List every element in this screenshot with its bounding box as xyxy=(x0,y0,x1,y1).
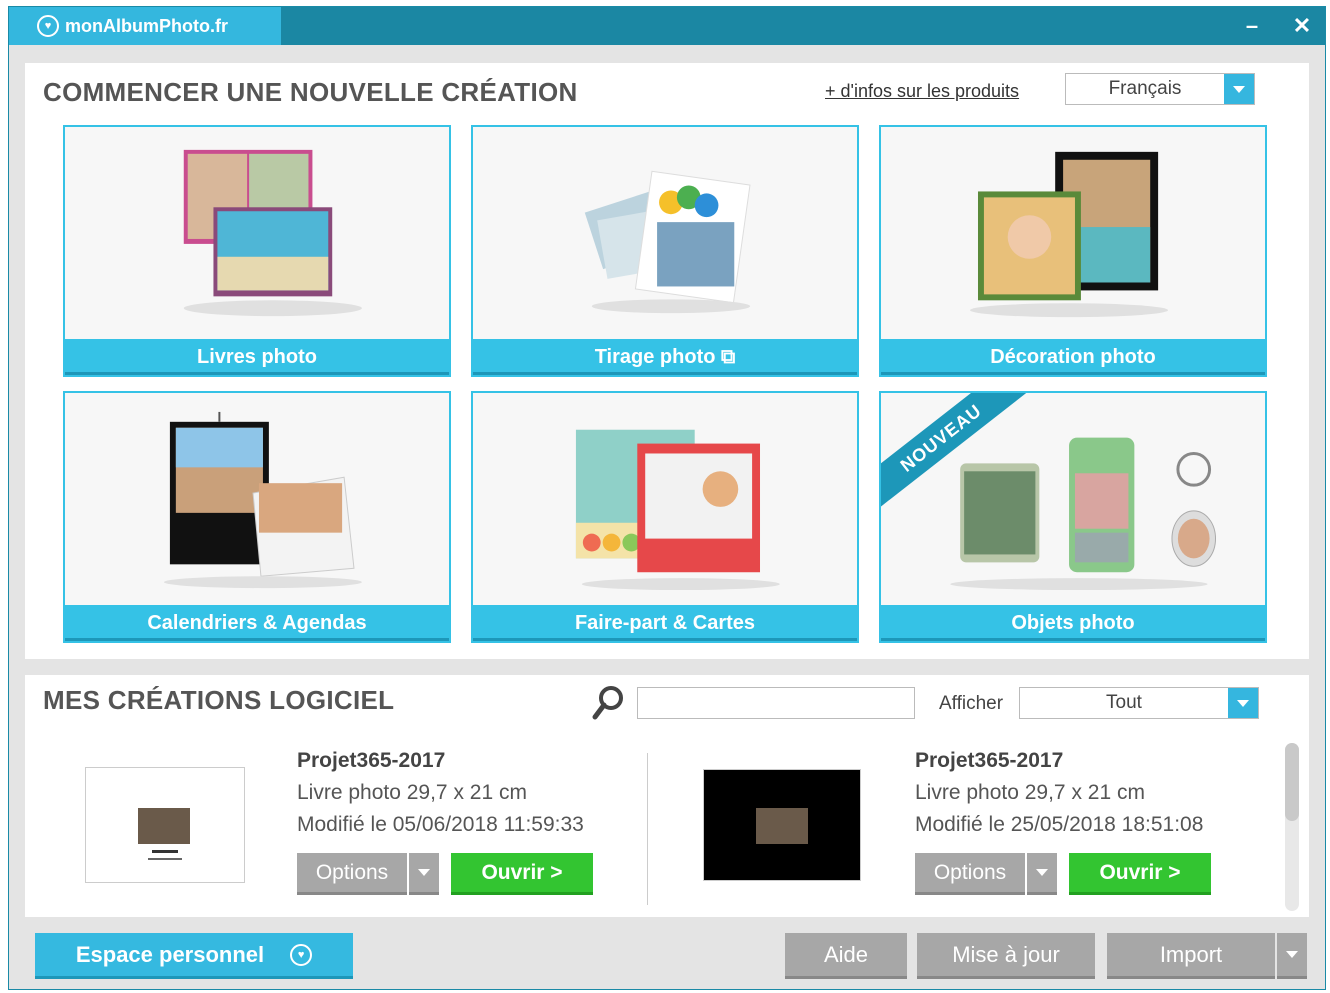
project-type: Livre photo 29,7 x 21 cm xyxy=(297,781,527,804)
cards-image xyxy=(575,429,780,591)
product-info-link[interactable]: + d'infos sur les produits xyxy=(825,81,1019,102)
options-button[interactable]: Options xyxy=(915,853,1025,895)
app-window: ♥ monAlbumPhoto.fr – ✕ COMMENCER UNE NOU… xyxy=(8,6,1326,990)
card-label: Faire-part & Cartes xyxy=(473,605,857,641)
chevron-down-icon xyxy=(1286,951,1298,958)
project-type: Livre photo 29,7 x 21 cm xyxy=(915,781,1145,804)
search-input[interactable] xyxy=(637,687,915,719)
my-creations-panel: MES CRÉATIONS LOGICIEL Afficher Tout Pro… xyxy=(25,675,1309,917)
project-name: Projet365-2017 xyxy=(915,749,1064,772)
filter-label: Afficher xyxy=(939,693,1004,714)
filter-value: Tout xyxy=(1106,692,1142,713)
logo-icon: ♥ xyxy=(290,943,313,966)
options-dropdown-button[interactable] xyxy=(409,853,439,895)
card-decoration-photo[interactable]: Décoration photo xyxy=(879,125,1267,377)
help-button[interactable]: Aide xyxy=(785,933,907,979)
card-label: Livres photo xyxy=(65,339,449,375)
card-objets-photo[interactable]: NOUVEAU Objets photo xyxy=(879,391,1267,643)
card-faire-part-cartes[interactable]: Faire-part & Cartes xyxy=(471,391,859,643)
calendar-image xyxy=(163,411,362,589)
scrollbar-thumb[interactable] xyxy=(1285,743,1299,821)
project-thumbnail[interactable] xyxy=(703,769,861,881)
thumbnail-photo xyxy=(138,808,190,844)
scrollbar[interactable] xyxy=(1285,743,1299,911)
photo-prints-image xyxy=(584,170,751,314)
card-livres-photo[interactable]: Livres photo xyxy=(63,125,451,377)
app-title-tab: ♥ monAlbumPhoto.fr xyxy=(9,7,281,45)
card-label: Calendriers & Agendas xyxy=(65,605,449,641)
options-button[interactable]: Options xyxy=(297,853,407,895)
project-modified: Modifié le 25/05/2018 18:51:08 xyxy=(915,813,1204,836)
update-button[interactable]: Mise à jour xyxy=(917,933,1095,979)
card-label-text: Tirage photo xyxy=(594,346,716,368)
open-button[interactable]: Ouvrir > xyxy=(1069,853,1211,895)
title-bar: ♥ monAlbumPhoto.fr – ✕ xyxy=(9,7,1325,45)
card-label: Décoration photo xyxy=(881,339,1265,375)
import-dropdown-button[interactable] xyxy=(1277,933,1307,979)
project-modified: Modifié le 05/06/2018 11:59:33 xyxy=(297,813,584,836)
photo-book-image xyxy=(183,149,362,317)
thumbnail-text xyxy=(148,858,182,860)
personal-space-button[interactable]: Espace personnel ♥ xyxy=(35,933,353,979)
app-name: monAlbumPhoto.fr xyxy=(65,15,228,36)
open-button[interactable]: Ouvrir > xyxy=(451,853,593,895)
card-label: Tirage photo ⧉ xyxy=(473,339,857,375)
new-creation-title: COMMENCER UNE NOUVELLE CRÉATION xyxy=(43,77,578,107)
project-name: Projet365-2017 xyxy=(297,749,446,772)
project-thumbnail[interactable] xyxy=(85,767,245,883)
thumbnail-text xyxy=(152,850,178,853)
chevron-down-icon xyxy=(1224,74,1254,104)
minimize-icon[interactable]: – xyxy=(1237,13,1267,39)
thumbnail-photo xyxy=(756,808,808,844)
personal-space-label: Espace personnel xyxy=(75,941,265,967)
language-value: Français xyxy=(1108,78,1182,99)
chevron-down-icon xyxy=(1228,688,1258,718)
card-tirage-photo[interactable]: Tirage photo ⧉ xyxy=(471,125,859,377)
photo-decoration-image xyxy=(970,151,1169,318)
new-creation-panel: COMMENCER UNE NOUVELLE CRÉATION + d'info… xyxy=(25,63,1309,659)
filter-select[interactable]: Tout xyxy=(1019,687,1259,719)
chevron-down-icon xyxy=(418,869,430,876)
divider xyxy=(647,753,648,905)
import-button[interactable]: Import xyxy=(1107,933,1275,979)
chevron-down-icon xyxy=(1036,869,1048,876)
my-creations-title: MES CRÉATIONS LOGICIEL xyxy=(43,685,395,715)
close-icon[interactable]: ✕ xyxy=(1287,13,1317,39)
language-select[interactable]: Français xyxy=(1065,73,1255,105)
logo-icon: ♥ xyxy=(37,15,59,37)
search-icon[interactable] xyxy=(591,685,625,721)
options-dropdown-button[interactable] xyxy=(1027,853,1057,895)
external-link-icon: ⧉ xyxy=(721,346,736,368)
card-label: Objets photo xyxy=(881,605,1265,641)
card-calendriers-agendas[interactable]: Calendriers & Agendas xyxy=(63,391,451,643)
